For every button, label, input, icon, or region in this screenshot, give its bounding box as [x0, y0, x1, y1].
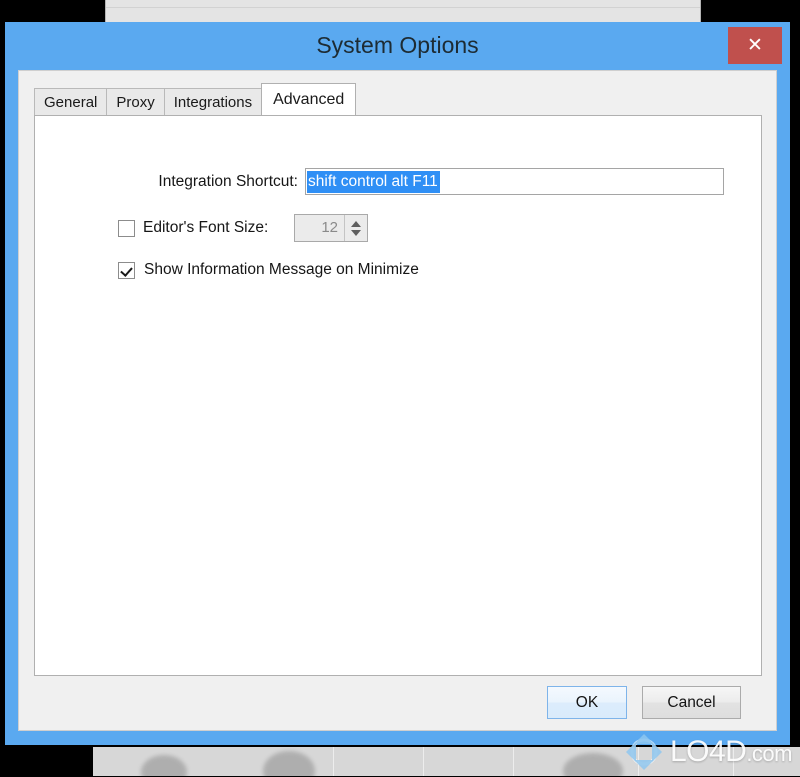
background-tile-divider — [333, 747, 334, 776]
ok-button[interactable]: OK — [547, 686, 627, 719]
background-blur-shape — [563, 753, 623, 776]
stepper-down-icon[interactable] — [351, 229, 361, 236]
tab-proxy[interactable]: Proxy — [106, 88, 165, 115]
editor-font-size-label: Editor's Font Size: — [143, 219, 269, 236]
integration-shortcut-row: Integration Shortcut: shift control alt … — [35, 168, 724, 195]
show-info-message-label: Show Information Message on Minimize — [144, 261, 419, 278]
tab-general[interactable]: General — [34, 88, 108, 115]
dialog-body: General Proxy Integrations Advanced Inte… — [18, 70, 777, 731]
dialog-title-bar[interactable]: System Options ✕ — [5, 22, 790, 70]
dialog-footer: OK Cancel — [19, 676, 776, 730]
show-info-message-checkbox[interactable] — [118, 261, 135, 279]
background-blur-shape — [141, 755, 187, 776]
background-tile-divider — [423, 747, 424, 776]
tab-integrations[interactable]: Integrations — [163, 88, 263, 115]
stepper-up-icon[interactable] — [351, 220, 361, 227]
integration-shortcut-label: Integration Shortcut: — [158, 172, 298, 190]
background-tile-divider — [513, 747, 514, 776]
dialog-title: System Options — [316, 32, 479, 58]
system-options-dialog: System Options ✕ General Proxy Integrati… — [5, 22, 790, 745]
close-icon[interactable]: ✕ — [728, 27, 782, 64]
integration-shortcut-value: shift control alt F11 — [307, 171, 440, 193]
advanced-tab-panel: Integration Shortcut: shift control alt … — [34, 115, 762, 676]
editor-font-size-stepper-buttons[interactable] — [344, 215, 367, 241]
background-app-taskbar — [93, 747, 800, 776]
cancel-button[interactable]: Cancel — [642, 686, 741, 719]
show-info-message-row: Show Information Message on Minimize — [35, 261, 419, 279]
editor-font-size-stepper[interactable]: 12 — [294, 214, 368, 242]
background-tile-divider — [733, 747, 734, 776]
editor-font-size-row: Editor's Font Size: 12 — [35, 214, 368, 242]
editor-font-size-checkbox[interactable] — [118, 219, 135, 237]
tab-advanced[interactable]: Advanced — [261, 83, 357, 115]
tab-strip: General Proxy Integrations Advanced — [34, 83, 357, 115]
background-tile-divider — [638, 747, 639, 776]
integration-shortcut-input[interactable]: shift control alt F11 — [305, 168, 724, 195]
editor-font-size-value: 12 — [321, 219, 338, 236]
background-blur-shape — [263, 751, 315, 776]
background-toolbar-divider — [106, 7, 700, 8]
